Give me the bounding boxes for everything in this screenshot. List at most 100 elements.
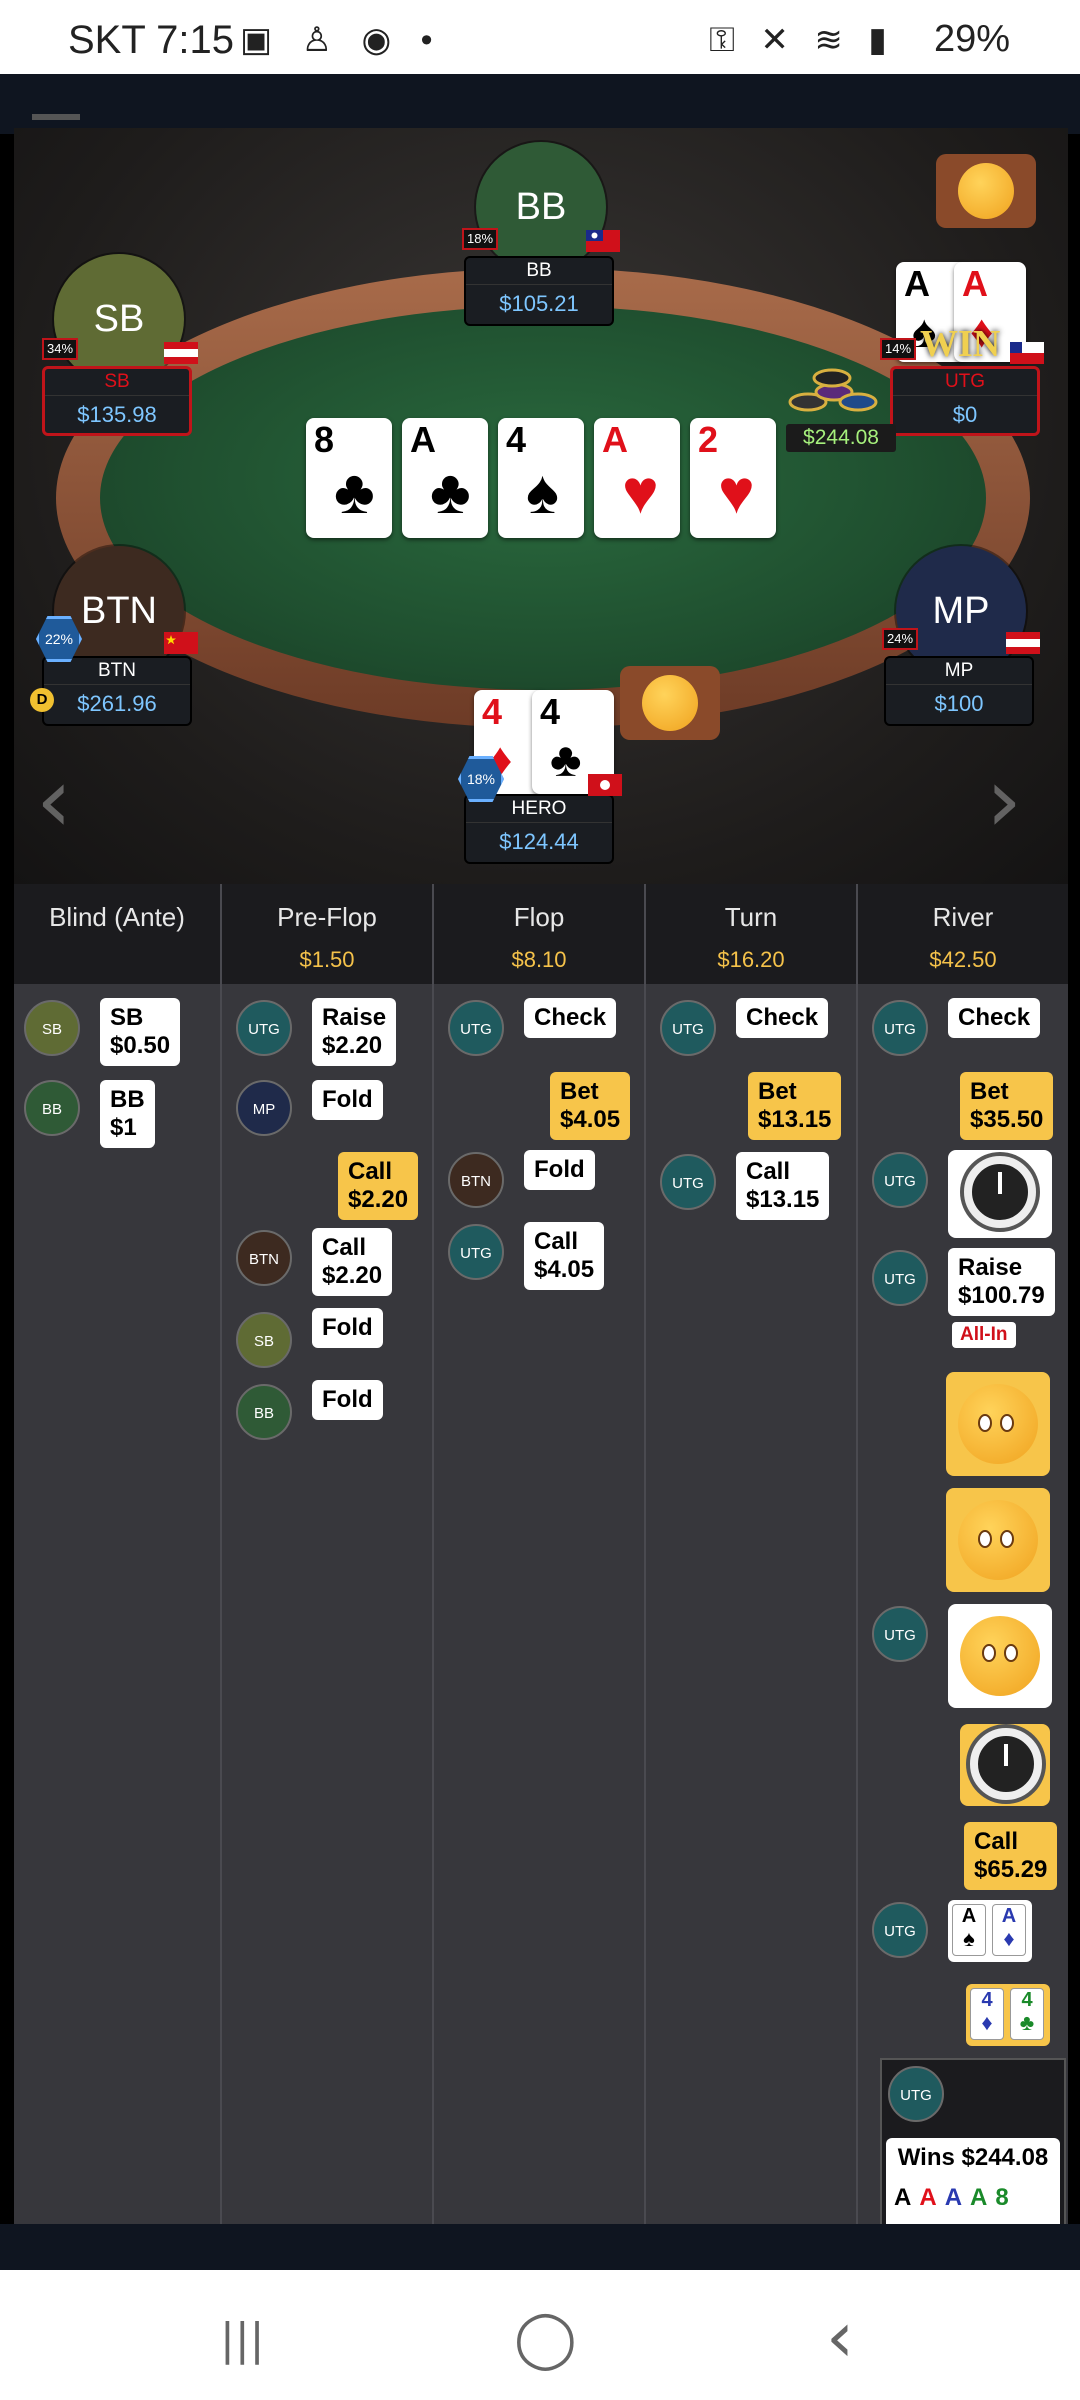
next-hand-arrow-icon[interactable]: › xyxy=(986,748,1022,853)
column-header-preflop: Pre-Flop $1.50 xyxy=(222,884,434,984)
utg-percent-badge: 14% xyxy=(880,338,916,360)
thinking-emoji-icon xyxy=(642,675,698,731)
bb-percent-badge: 18% xyxy=(462,228,498,250)
emoji-bubble xyxy=(948,1604,1052,1708)
column-header-flop: Flop $8.10 xyxy=(434,884,646,984)
sb-avatar[interactable]: SB xyxy=(54,254,184,384)
action-bubble: Fold xyxy=(312,1080,383,1120)
action-bubble: SB $0.50 xyxy=(100,998,181,1066)
bb-avatar[interactable]: BB xyxy=(476,142,606,272)
taiwan-flag-icon xyxy=(586,230,620,252)
position-badge-utg: UTG xyxy=(660,1000,716,1056)
column-blind xyxy=(14,984,222,2224)
hero-action-bubble: Bet $4.05 xyxy=(550,1072,631,1140)
mp-stack: $100 xyxy=(934,691,984,716)
win-card-2: A xyxy=(919,2184,945,2211)
position-badge-mp: MP xyxy=(236,1080,292,1136)
bb-seat-plate[interactable]: BB $105.21 xyxy=(464,256,614,326)
mini-card: A ♠ xyxy=(952,1904,986,1956)
position-badge-utg: UTG xyxy=(236,1000,292,1056)
action-bubble: Fold xyxy=(312,1380,383,1420)
winner-summary: UTG Wins $244.08 AAAA8 xyxy=(880,2058,1066,2230)
action-bubble: BB $1 xyxy=(100,1080,155,1148)
position-badge-btn: BTN xyxy=(448,1152,504,1208)
thinking-emoji-icon xyxy=(958,163,1014,219)
thinking-emoji-icon xyxy=(960,1616,1040,1696)
bottom-toolbar xyxy=(0,2224,1080,2270)
all-in-tag: All-In xyxy=(952,1322,1016,1348)
home-button[interactable]: ◯ xyxy=(514,2306,577,2371)
utg-seat-plate[interactable]: UTG $0 xyxy=(890,366,1040,436)
facepalm-emoji-icon xyxy=(958,1500,1038,1580)
hero-action-bubble: Call $2.20 xyxy=(338,1152,419,1220)
action-bubble: Call $4.05 xyxy=(524,1222,605,1290)
win-card-5: 8 xyxy=(995,2184,1017,2211)
china-flag-icon xyxy=(164,632,198,654)
action-bubble: Fold xyxy=(524,1150,595,1190)
winner-text: Wins $244.08 xyxy=(886,2138,1060,2178)
action-bubble: Raise $100.79 xyxy=(948,1248,1055,1316)
board-card-1: 8 ♣ xyxy=(306,418,392,538)
shown-cards-utg: A ♠ A ♦ xyxy=(948,1900,1032,1962)
action-history: Blind (Ante) Pre-Flop $1.50 Flop $8.10 T… xyxy=(14,884,1068,2224)
action-bubble: Raise $2.20 xyxy=(312,998,397,1066)
mp-seat-plate[interactable]: MP $100 xyxy=(884,656,1034,726)
hero-stack: $124.44 xyxy=(499,829,579,854)
action-bubble: Call $2.20 xyxy=(312,1228,393,1296)
mini-card: A ♦ xyxy=(992,1904,1026,1956)
board-card-2: A ♣ xyxy=(402,418,488,538)
position-badge-utg: UTG xyxy=(872,1250,928,1306)
back-button[interactable]: ‹ xyxy=(826,2296,854,2378)
chile-flag-icon xyxy=(1010,342,1044,364)
emoji-bubble xyxy=(946,1372,1050,1476)
board-card-3: 4 ♠ xyxy=(498,418,584,538)
status-left-icons: ▣ ♙ ◉ • xyxy=(240,21,443,59)
board-card-4: A ♥ xyxy=(594,418,680,538)
sb-seat-plate[interactable]: SB $135.98 xyxy=(42,366,192,436)
action-bubble: Fold xyxy=(312,1308,383,1348)
board-card-5: 2 ♥ xyxy=(690,418,776,538)
btn-stack: $261.96 xyxy=(77,691,157,716)
android-nav-bar: ||| ◯ ‹ xyxy=(0,2270,1080,2400)
position-badge-utg: UTG xyxy=(660,1154,716,1210)
hero-seat-plate[interactable]: HERO $124.44 xyxy=(464,794,614,864)
position-badge-utg: UTG xyxy=(872,1152,928,1208)
mp-name: MP xyxy=(886,658,1032,685)
bb-stack: $105.21 xyxy=(499,291,579,316)
winning-hand-cards: AAAA8 xyxy=(886,2178,1060,2230)
mini-card: 4 ♦ xyxy=(970,1988,1004,2040)
action-bubble: Check xyxy=(736,998,829,1038)
position-badge-utg: UTG xyxy=(448,1000,504,1056)
recents-button[interactable]: ||| xyxy=(220,2314,264,2365)
dealer-button: D xyxy=(30,688,54,712)
hero-action-bubble: Bet $35.50 xyxy=(960,1072,1054,1140)
utg-name: UTG xyxy=(893,369,1037,396)
win-card-4: A xyxy=(970,2184,996,2211)
hamburger-menu-icon[interactable] xyxy=(32,114,80,120)
position-badge-btn: BTN xyxy=(236,1230,292,1286)
battery-level: 29% xyxy=(933,18,1010,60)
position-badge-utg: UTG xyxy=(872,1000,928,1056)
position-badge-bb: BB xyxy=(236,1384,292,1440)
position-badge-bb: BB xyxy=(24,1080,80,1136)
utg-emoji-bubble xyxy=(936,154,1036,228)
app-bar xyxy=(0,74,1080,134)
shown-cards-hero: 4 ♦ 4 ♣ xyxy=(966,1984,1050,2046)
alarm-clock-icon xyxy=(964,1156,1036,1228)
status-bar: SKT 7:15 ▣ ♙ ◉ • ⚿ ✕ ≋ ▮ 29% xyxy=(0,0,1080,74)
alarm-clock-icon xyxy=(970,1728,1042,1800)
position-badge-sb: SB xyxy=(24,1000,80,1056)
bb-name: BB xyxy=(466,258,612,285)
position-badge-utg: UTG xyxy=(872,1902,928,1958)
austria-flag-icon xyxy=(164,342,198,364)
action-bubble: Call $13.15 xyxy=(736,1152,830,1220)
previous-hand-arrow-icon[interactable]: ‹ xyxy=(36,748,72,853)
hong-kong-flag-icon xyxy=(588,774,622,796)
action-bubble: Check xyxy=(948,998,1041,1038)
column-header-turn: Turn $16.20 xyxy=(646,884,858,984)
status-time: SKT 7:15 xyxy=(68,18,235,62)
position-badge-utg: UTG xyxy=(448,1224,504,1280)
btn-seat-plate[interactable]: BTN $261.96 xyxy=(42,656,192,726)
pot-amount: $244.08 xyxy=(786,424,896,452)
emoji-bubble xyxy=(946,1488,1050,1592)
